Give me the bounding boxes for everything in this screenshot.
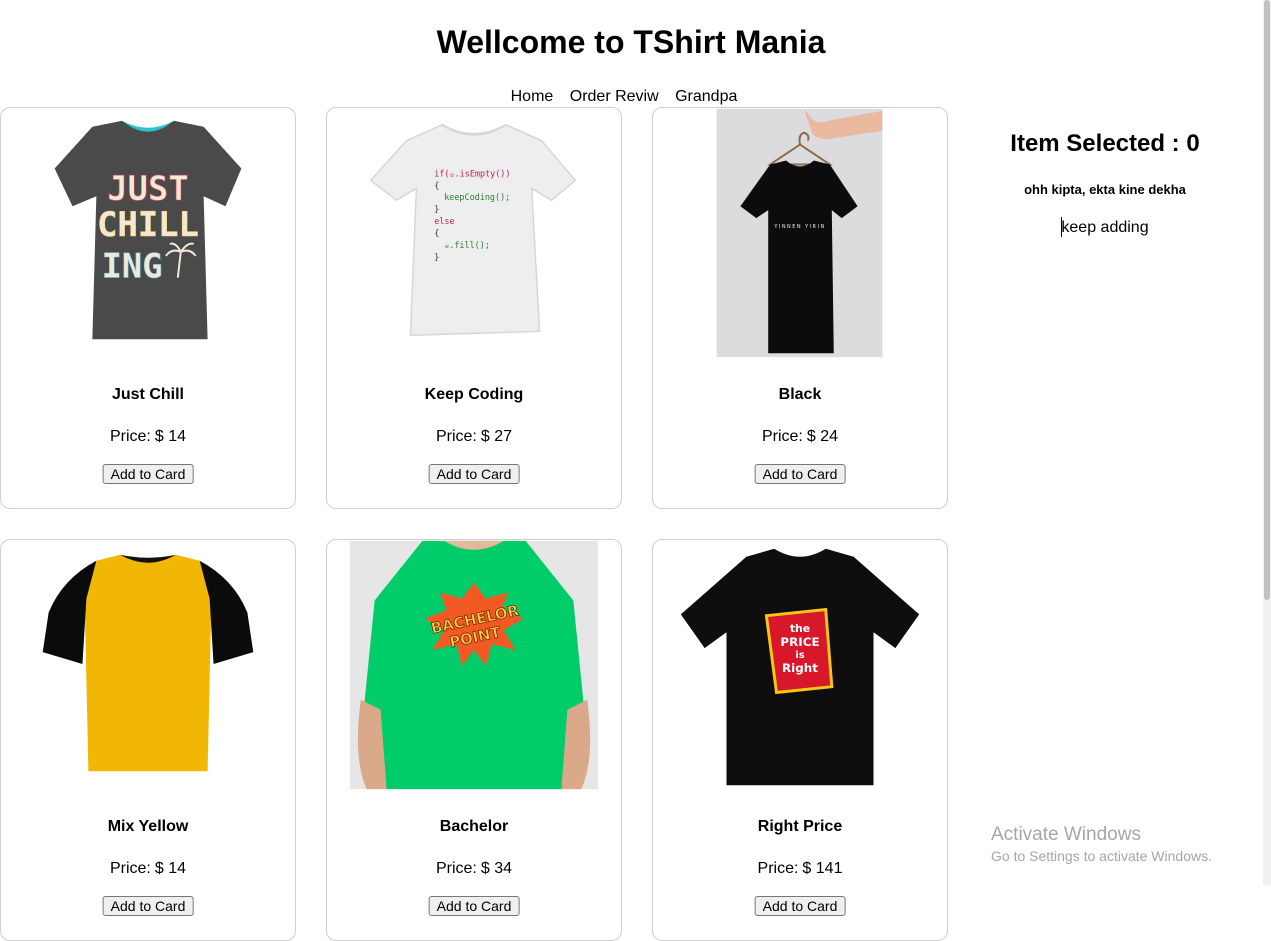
- watermark-subtitle: Go to Settings to activate Windows.: [991, 848, 1212, 864]
- text-cursor: [1061, 217, 1063, 237]
- right-price-line3: is: [795, 650, 804, 661]
- tshirt-right-price-image: the PRICE is Right: [680, 548, 920, 786]
- tshirt-mix-yellow-image: [42, 554, 254, 772]
- add-to-cart-button[interactable]: Add to Card: [102, 464, 194, 484]
- product-image: the PRICE is Right: [653, 540, 947, 792]
- product-image: JUST CHILL ING: [1, 108, 295, 360]
- code-line4: }: [434, 204, 439, 214]
- tshirt-just-chill-image: JUST CHILL ING: [54, 120, 242, 340]
- product-price: Price: $ 14: [1, 428, 295, 446]
- product-price: Price: $ 34: [327, 860, 621, 878]
- code-line1: if(☕.isEmpty()): [434, 168, 510, 178]
- product-price: Price: $ 24: [653, 428, 947, 446]
- price-label: Price:: [435, 860, 477, 877]
- code-line2: {: [434, 180, 439, 190]
- code-line5: else: [434, 216, 454, 226]
- price-value: $ 141: [802, 860, 843, 877]
- product-price: Price: $ 14: [1, 860, 295, 878]
- price-value: $ 27: [480, 428, 513, 445]
- cart-summary: Item Selected : 0 ohh kipta, ekta kine d…: [960, 130, 1250, 237]
- product-image: if(☕.isEmpty()) { keepCoding(); } else {…: [327, 108, 621, 360]
- price-value: $ 14: [154, 860, 187, 877]
- just-chill-line2: CHILL: [97, 205, 199, 244]
- top-nav: Home Order Reviw Grandpa: [0, 88, 1248, 106]
- product-name: Keep Coding: [424, 386, 524, 403]
- just-chill-line3: ING: [102, 247, 163, 286]
- watermark-title: Activate Windows: [991, 824, 1141, 845]
- right-price-line2: PRICE: [780, 635, 819, 649]
- nav-link-grandpa[interactable]: Grandpa: [675, 88, 737, 105]
- add-to-cart-button[interactable]: Add to Card: [754, 896, 846, 916]
- price-value: $ 34: [480, 860, 513, 877]
- product-card: BACHELOR POINT Bachelor Price: $ 34 Add t…: [326, 539, 622, 941]
- product-image: [1, 540, 295, 792]
- price-label: Price:: [109, 860, 151, 877]
- cart-count-heading: Item Selected : 0: [1010, 130, 1200, 157]
- scrollbar-thumb[interactable]: [1264, 0, 1270, 600]
- product-name: Bachelor: [439, 818, 509, 835]
- product-price: Price: $ 141: [653, 860, 947, 878]
- nav-link-order-review[interactable]: Order Reviw: [570, 88, 659, 105]
- price-label: Price:: [757, 860, 799, 877]
- product-price: Price: $ 27: [327, 428, 621, 446]
- product-name: Just Chill: [111, 386, 184, 403]
- code-line8: }: [434, 252, 439, 262]
- just-chill-line1: JUST: [107, 169, 188, 208]
- product-image: YINNEN YIRIN: [653, 108, 947, 360]
- add-to-cart-button[interactable]: Add to Card: [428, 896, 520, 916]
- nav-link-home[interactable]: Home: [511, 88, 554, 105]
- tshirt-keep-coding-image: if(☕.isEmpty()) { keepCoding(); } else {…: [369, 123, 577, 337]
- code-line7: ☕.fill();: [444, 240, 490, 250]
- price-value: $ 14: [154, 428, 187, 445]
- product-card: Mix Yellow Price: $ 14 Add to Card: [0, 539, 296, 941]
- price-label: Price:: [761, 428, 803, 445]
- product-name: Right Price: [757, 818, 843, 835]
- product-card: if(☕.isEmpty()) { keepCoding(); } else {…: [326, 107, 622, 509]
- code-line3: keepCoding();: [444, 192, 510, 202]
- cart-hint: keep adding: [1061, 217, 1149, 237]
- right-price-line1: the: [790, 622, 810, 635]
- right-price-line4: Right: [782, 661, 818, 675]
- product-card: YINNEN YIRIN Black Price: $ 24 Add to Car…: [652, 107, 948, 509]
- windows-activation-watermark: Activate Windows Go to Settings to activ…: [991, 824, 1212, 864]
- tshirt-black-image: YINNEN YIRIN: [716, 108, 883, 358]
- price-label: Price:: [109, 428, 151, 445]
- product-name: Mix Yellow: [107, 818, 189, 835]
- page-title: Wellcome to TShirt Mania: [436, 24, 826, 60]
- product-card: JUST CHILL ING Just Chill Price: $ 14 Add…: [0, 107, 296, 509]
- code-line6: {: [434, 228, 439, 238]
- add-to-cart-button[interactable]: Add to Card: [102, 896, 194, 916]
- page-scrollbar[interactable]: [1263, 0, 1271, 885]
- tshirt-bachelor-image: BACHELOR POINT: [349, 540, 599, 790]
- price-value: $ 24: [806, 428, 839, 445]
- product-card: the PRICE is Right Right Price Price: $ 1…: [652, 539, 948, 941]
- cart-hint-text: keep adding: [1061, 219, 1149, 236]
- product-image: BACHELOR POINT: [327, 540, 621, 792]
- black-shirt-print: YINNEN YIRIN: [773, 224, 825, 230]
- product-name: Black: [778, 386, 822, 403]
- add-to-cart-button[interactable]: Add to Card: [754, 464, 846, 484]
- cart-subtitle: ohh kipta, ekta kine dekha: [1024, 182, 1186, 197]
- add-to-cart-button[interactable]: Add to Card: [428, 464, 520, 484]
- price-label: Price:: [435, 428, 477, 445]
